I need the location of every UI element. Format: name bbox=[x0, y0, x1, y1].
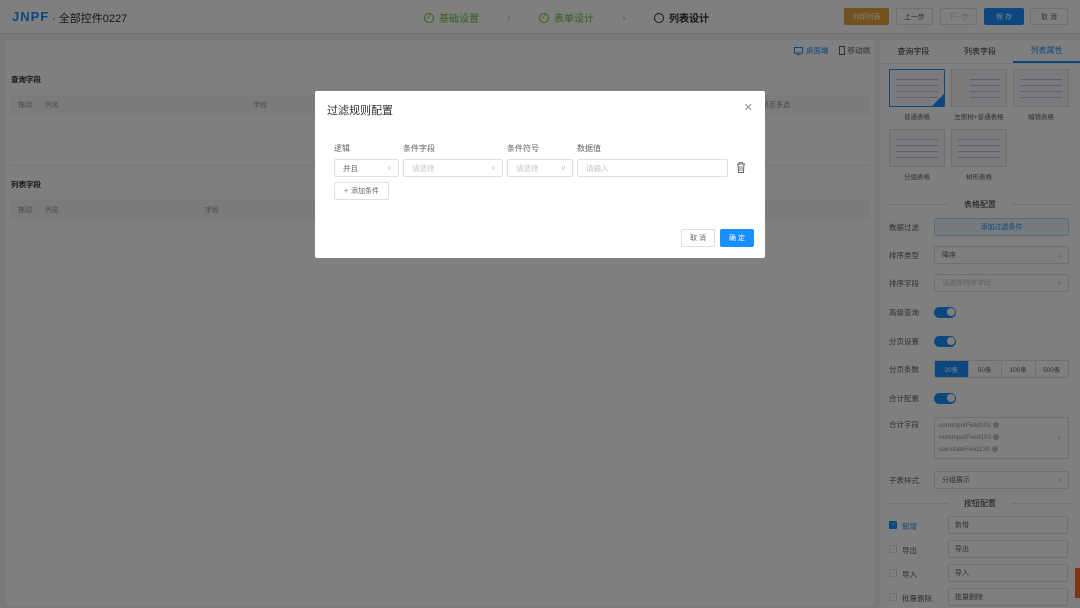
column-condition-field: 条件字段 bbox=[403, 144, 435, 153]
add-condition-button[interactable]: + 添加条件 bbox=[334, 182, 389, 200]
column-data-value: 数据值 bbox=[577, 144, 601, 153]
condition-field-select[interactable]: 请选择 ∨ bbox=[403, 159, 503, 177]
operator-select[interactable]: 请选择 ∨ bbox=[507, 159, 573, 177]
dialog-cancel-button[interactable]: 取 消 bbox=[681, 229, 715, 247]
trash-icon[interactable] bbox=[736, 162, 746, 173]
logic-select[interactable]: 并且 ∨ bbox=[334, 159, 399, 177]
close-icon[interactable]: ✕ bbox=[744, 101, 753, 114]
chevron-down-icon: ∨ bbox=[386, 165, 392, 172]
chevron-down-icon: ∨ bbox=[490, 165, 496, 172]
filter-rule-dialog: 过滤规则配置 ✕ 逻辑 条件字段 条件符号 数据值 并且 ∨ 请选择 ∨ 请选择… bbox=[315, 91, 765, 258]
chevron-down-icon: ∨ bbox=[560, 165, 566, 172]
plus-icon: + bbox=[343, 187, 349, 195]
column-logic: 逻辑 bbox=[334, 144, 350, 153]
column-operator: 条件符号 bbox=[507, 144, 539, 153]
data-value-input[interactable]: 请输入 bbox=[577, 159, 728, 177]
dialog-confirm-button[interactable]: 确 定 bbox=[720, 229, 754, 247]
dialog-title: 过滤规则配置 bbox=[327, 105, 393, 117]
